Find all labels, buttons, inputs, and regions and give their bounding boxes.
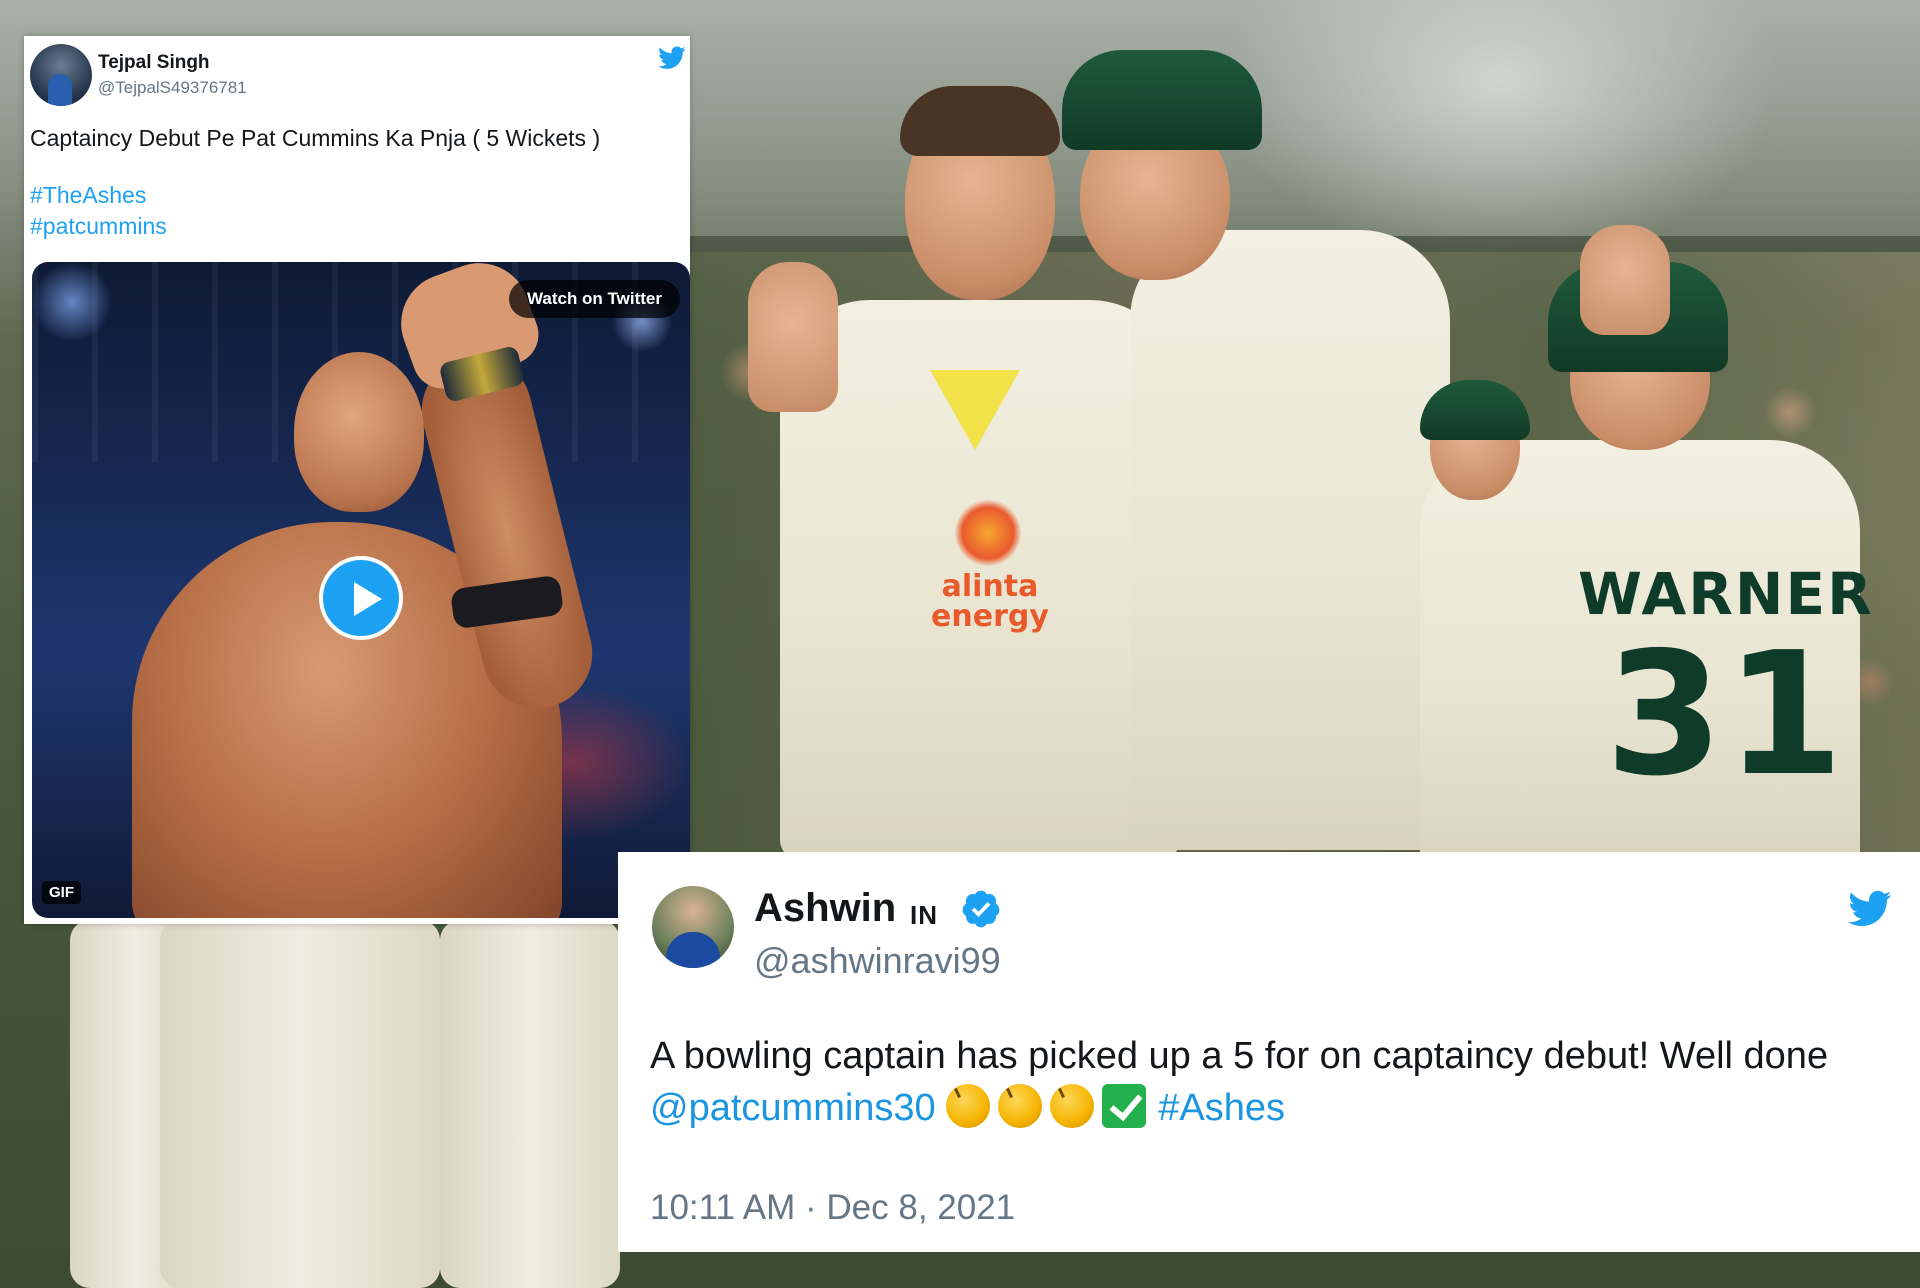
tweet-text-body: A bowling captain has picked up a 5 for … <box>650 1035 1829 1077</box>
jersey-number: 31 <box>1605 616 1846 814</box>
cummins-hair <box>900 86 1060 156</box>
tweet-text: A bowling captain has picked up a 5 for … <box>650 1030 1880 1134</box>
hashtag-link[interactable]: #Ashes <box>1158 1087 1285 1129</box>
player-lower-mid <box>160 920 440 1288</box>
tweet-card-tejpal[interactable]: Tejpal Singh @TejpalS49376781 Captaincy … <box>24 36 690 924</box>
hashtag-link[interactable]: #patcummins <box>30 213 167 240</box>
wrestler-head <box>294 352 424 512</box>
hashtag-link[interactable]: #TheAshes <box>30 182 146 209</box>
player-teammate-body <box>1130 230 1450 850</box>
timestamp-separator: · <box>805 1188 817 1227</box>
tweet-author-handle[interactable]: @ashwinravi99 <box>754 940 1001 982</box>
screenshot-canvas: alinta energy WARNER 31 Tejpal Singh @Te… <box>0 0 1920 1288</box>
tweet-card-ashwin[interactable]: Ashwin IN @ashwinravi99 A bowling captai… <box>618 852 1920 1252</box>
tweet-author-handle[interactable]: @TejpalS49376781 <box>98 78 247 98</box>
watch-on-twitter-button[interactable]: Watch on Twitter <box>508 280 680 318</box>
clapping-hands-icon <box>998 1084 1043 1128</box>
cummins-raised-hand <box>748 262 838 412</box>
check-mark-icon <box>1102 1084 1147 1128</box>
player-lower-right <box>440 920 620 1288</box>
sponsor-text: alinta energy <box>931 569 1049 634</box>
verified-badge-icon <box>962 890 1000 928</box>
play-icon[interactable] <box>319 556 403 640</box>
tweet-author-name[interactable]: Ashwin <box>754 886 896 931</box>
avatar[interactable] <box>652 886 734 968</box>
country-flag-label: IN <box>910 900 938 930</box>
sponsor-logo-icon <box>955 500 1021 566</box>
mention-link[interactable]: @patcummins30 <box>650 1087 936 1129</box>
tweet-author-name[interactable]: Tejpal Singh <box>98 52 210 74</box>
clapping-hands-icon <box>946 1084 991 1128</box>
warner-raised-hand <box>1580 225 1670 335</box>
twitter-bird-icon[interactable] <box>1848 890 1892 928</box>
tweet-text: Captaincy Debut Pe Pat Cummins Ka Pnja (… <box>30 125 601 151</box>
gif-badge: GIF <box>42 881 81 904</box>
tweet-date[interactable]: Dec 8, 2021 <box>826 1188 1015 1227</box>
avatar[interactable] <box>30 44 92 106</box>
clapping-hands-icon <box>1050 1084 1095 1128</box>
teammate-cap <box>1062 50 1262 150</box>
tweet-gif-media[interactable]: Watch on Twitter GIF <box>32 262 690 918</box>
tweet-timestamp[interactable]: 10:11 AM · Dec 8, 2021 <box>650 1188 1015 1228</box>
twitter-bird-icon[interactable] <box>658 46 686 70</box>
tweet-time[interactable]: 10:11 AM <box>650 1188 795 1227</box>
